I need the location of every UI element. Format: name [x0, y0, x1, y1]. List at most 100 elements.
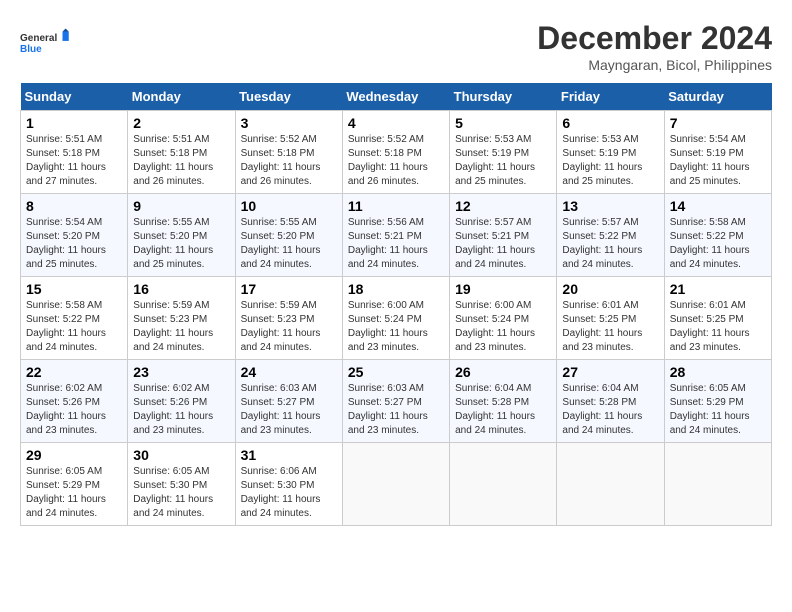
- day-info: Sunrise: 6:05 AM Sunset: 5:30 PM Dayligh…: [133, 465, 229, 521]
- day-cell: 17Sunrise: 5:59 AM Sunset: 5:23 PM Dayli…: [235, 277, 342, 360]
- day-cell: 22 Sunrise: 6:02 AM Sunset: 5:26 PM Dayli…: [21, 360, 128, 443]
- day-number: 14: [670, 198, 766, 214]
- day-cell: 5Sunrise: 5:53 AM Sunset: 5:19 PM Daylig…: [450, 111, 557, 194]
- day-info: Sunrise: 5:54 AM Sunset: 5:19 PM Dayligh…: [670, 133, 766, 189]
- logo-svg: General Blue: [20, 20, 70, 65]
- col-header-sunday: Sunday: [21, 83, 128, 111]
- day-cell: 21 Sunrise: 6:01 AM Sunset: 5:25 PM Dayli…: [664, 277, 771, 360]
- day-cell: [557, 443, 664, 526]
- day-cell: [450, 443, 557, 526]
- day-number: 22: [26, 364, 122, 380]
- day-number: 15: [26, 281, 122, 297]
- day-number: 29: [26, 447, 122, 463]
- day-number: 31: [241, 447, 337, 463]
- day-number: 26: [455, 364, 551, 380]
- day-cell: 4 Sunrise: 5:52 AM Sunset: 5:18 PM Daylig…: [342, 111, 449, 194]
- day-cell: 9Sunrise: 5:55 AM Sunset: 5:20 PM Daylig…: [128, 194, 235, 277]
- week-row: 29 Sunrise: 6:05 AM Sunset: 5:29 PM Dayli…: [21, 443, 772, 526]
- subtitle: Mayngaran, Bicol, Philippines: [537, 57, 772, 73]
- header-row: SundayMondayTuesdayWednesdayThursdayFrid…: [21, 83, 772, 111]
- day-info: Sunrise: 6:03 AM Sunset: 5:27 PM Dayligh…: [241, 382, 337, 438]
- week-row: 1 Sunrise: 5:51 AM Sunset: 5:18 PM Daylig…: [21, 111, 772, 194]
- day-cell: 10 Sunrise: 5:55 AM Sunset: 5:20 PM Dayli…: [235, 194, 342, 277]
- day-number: 27: [562, 364, 658, 380]
- day-info: Sunrise: 6:00 AM Sunset: 5:24 PM Dayligh…: [348, 299, 444, 355]
- day-cell: 3Sunrise: 5:52 AM Sunset: 5:18 PM Daylig…: [235, 111, 342, 194]
- day-info: Sunrise: 6:01 AM Sunset: 5:25 PM Dayligh…: [562, 299, 658, 355]
- day-number: 16: [133, 281, 229, 297]
- day-info: Sunrise: 6:02 AM Sunset: 5:26 PM Dayligh…: [26, 382, 122, 438]
- day-info: Sunrise: 6:06 AM Sunset: 5:30 PM Dayligh…: [241, 465, 337, 521]
- day-info: Sunrise: 5:58 AM Sunset: 5:22 PM Dayligh…: [26, 299, 122, 355]
- col-header-saturday: Saturday: [664, 83, 771, 111]
- week-row: 8Sunrise: 5:54 AM Sunset: 5:20 PM Daylig…: [21, 194, 772, 277]
- col-header-friday: Friday: [557, 83, 664, 111]
- day-cell: 27 Sunrise: 6:04 AM Sunset: 5:28 PM Dayli…: [557, 360, 664, 443]
- day-info: Sunrise: 6:05 AM Sunset: 5:29 PM Dayligh…: [26, 465, 122, 521]
- day-number: 24: [241, 364, 337, 380]
- day-number: 3: [241, 115, 337, 131]
- day-info: Sunrise: 5:53 AM Sunset: 5:19 PM Dayligh…: [455, 133, 551, 189]
- day-cell: 8Sunrise: 5:54 AM Sunset: 5:20 PM Daylig…: [21, 194, 128, 277]
- col-header-monday: Monday: [128, 83, 235, 111]
- day-info: Sunrise: 6:00 AM Sunset: 5:24 PM Dayligh…: [455, 299, 551, 355]
- day-number: 12: [455, 198, 551, 214]
- day-cell: 7 Sunrise: 5:54 AM Sunset: 5:19 PM Daylig…: [664, 111, 771, 194]
- day-number: 4: [348, 115, 444, 131]
- day-cell: 1 Sunrise: 5:51 AM Sunset: 5:18 PM Daylig…: [21, 111, 128, 194]
- day-cell: 20 Sunrise: 6:01 AM Sunset: 5:25 PM Dayli…: [557, 277, 664, 360]
- day-number: 9: [133, 198, 229, 214]
- day-cell: 31 Sunrise: 6:06 AM Sunset: 5:30 PM Dayli…: [235, 443, 342, 526]
- day-number: 17: [241, 281, 337, 297]
- main-title: December 2024: [537, 20, 772, 57]
- week-row: 22 Sunrise: 6:02 AM Sunset: 5:26 PM Dayli…: [21, 360, 772, 443]
- day-info: Sunrise: 5:59 AM Sunset: 5:23 PM Dayligh…: [133, 299, 229, 355]
- day-cell: 14 Sunrise: 5:58 AM Sunset: 5:22 PM Dayli…: [664, 194, 771, 277]
- day-info: Sunrise: 5:58 AM Sunset: 5:22 PM Dayligh…: [670, 216, 766, 272]
- day-info: Sunrise: 6:02 AM Sunset: 5:26 PM Dayligh…: [133, 382, 229, 438]
- day-number: 18: [348, 281, 444, 297]
- day-cell: 16 Sunrise: 5:59 AM Sunset: 5:23 PM Dayli…: [128, 277, 235, 360]
- day-info: Sunrise: 6:04 AM Sunset: 5:28 PM Dayligh…: [562, 382, 658, 438]
- day-cell: 12 Sunrise: 5:57 AM Sunset: 5:21 PM Dayli…: [450, 194, 557, 277]
- day-number: 19: [455, 281, 551, 297]
- day-number: 30: [133, 447, 229, 463]
- day-cell: 15 Sunrise: 5:58 AM Sunset: 5:22 PM Dayli…: [21, 277, 128, 360]
- day-info: Sunrise: 5:51 AM Sunset: 5:18 PM Dayligh…: [133, 133, 229, 189]
- day-cell: 19 Sunrise: 6:00 AM Sunset: 5:24 PM Dayli…: [450, 277, 557, 360]
- day-number: 23: [133, 364, 229, 380]
- calendar-table: SundayMondayTuesdayWednesdayThursdayFrid…: [20, 83, 772, 526]
- day-info: Sunrise: 5:51 AM Sunset: 5:18 PM Dayligh…: [26, 133, 122, 189]
- svg-text:Blue: Blue: [20, 44, 42, 55]
- day-cell: 6 Sunrise: 5:53 AM Sunset: 5:19 PM Daylig…: [557, 111, 664, 194]
- day-info: Sunrise: 5:55 AM Sunset: 5:20 PM Dayligh…: [241, 216, 337, 272]
- day-cell: [664, 443, 771, 526]
- day-number: 21: [670, 281, 766, 297]
- day-number: 13: [562, 198, 658, 214]
- day-info: Sunrise: 5:52 AM Sunset: 5:18 PM Dayligh…: [348, 133, 444, 189]
- day-info: Sunrise: 6:04 AM Sunset: 5:28 PM Dayligh…: [455, 382, 551, 438]
- day-info: Sunrise: 6:01 AM Sunset: 5:25 PM Dayligh…: [670, 299, 766, 355]
- day-number: 10: [241, 198, 337, 214]
- day-cell: 30 Sunrise: 6:05 AM Sunset: 5:30 PM Dayli…: [128, 443, 235, 526]
- day-number: 28: [670, 364, 766, 380]
- day-number: 6: [562, 115, 658, 131]
- day-number: 2: [133, 115, 229, 131]
- svg-text:General: General: [20, 33, 57, 44]
- day-cell: 13Sunrise: 5:57 AM Sunset: 5:22 PM Dayli…: [557, 194, 664, 277]
- day-info: Sunrise: 5:53 AM Sunset: 5:19 PM Dayligh…: [562, 133, 658, 189]
- day-cell: 23 Sunrise: 6:02 AM Sunset: 5:26 PM Dayli…: [128, 360, 235, 443]
- day-cell: [342, 443, 449, 526]
- day-cell: 25Sunrise: 6:03 AM Sunset: 5:27 PM Dayli…: [342, 360, 449, 443]
- day-number: 20: [562, 281, 658, 297]
- day-info: Sunrise: 6:05 AM Sunset: 5:29 PM Dayligh…: [670, 382, 766, 438]
- col-header-tuesday: Tuesday: [235, 83, 342, 111]
- day-number: 8: [26, 198, 122, 214]
- day-number: 7: [670, 115, 766, 131]
- day-info: Sunrise: 5:56 AM Sunset: 5:21 PM Dayligh…: [348, 216, 444, 272]
- day-cell: 11Sunrise: 5:56 AM Sunset: 5:21 PM Dayli…: [342, 194, 449, 277]
- day-info: Sunrise: 6:03 AM Sunset: 5:27 PM Dayligh…: [348, 382, 444, 438]
- day-info: Sunrise: 5:57 AM Sunset: 5:21 PM Dayligh…: [455, 216, 551, 272]
- day-number: 1: [26, 115, 122, 131]
- day-cell: 28 Sunrise: 6:05 AM Sunset: 5:29 PM Dayli…: [664, 360, 771, 443]
